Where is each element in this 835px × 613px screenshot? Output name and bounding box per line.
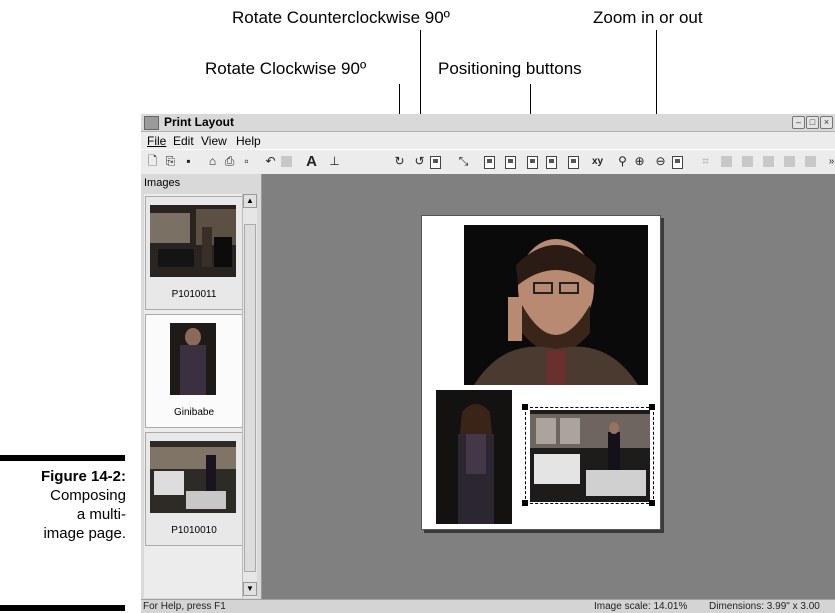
actual-size-icon[interactable] <box>672 156 683 169</box>
color-icon[interactable] <box>281 156 292 167</box>
images-panel: Images P1010011 Ginibabe P1010010 ▲ ▼ <box>141 174 262 600</box>
stamp-icon[interactable]: ⊥ <box>327 154 342 169</box>
menu-file[interactable]: File <box>147 134 166 148</box>
menu-bar: File Edit View Help <box>141 132 835 149</box>
zoom-icon[interactable]: ⚲ <box>615 154 630 169</box>
caption-figure-number: Figure 14-2: <box>40 468 126 485</box>
callout-rotate-counterclockwise: Rotate Counterclockwise 90º <box>232 8 450 27</box>
woman-image <box>436 390 512 524</box>
thumbnail-image <box>150 205 236 277</box>
thumbnail-scrollbar[interactable]: ▲ ▼ <box>242 194 257 598</box>
thumbnail-item[interactable]: P1010010 <box>145 432 243 546</box>
resize-handle-top-left[interactable] <box>522 404 528 410</box>
caption-rule-top <box>0 455 125 461</box>
images-panel-label: Images <box>144 177 181 189</box>
minimize-button[interactable]: – <box>792 116 805 129</box>
new-icon[interactable]: 🗋 <box>145 154 160 169</box>
disabled-tool-4 <box>784 156 795 167</box>
save-icon[interactable]: ▪ <box>181 154 196 169</box>
toolbar-overflow-icon[interactable]: » <box>824 154 835 169</box>
zoom-in-icon[interactable]: ⊕ <box>632 154 647 169</box>
resize-handle-bottom-left[interactable] <box>522 500 528 506</box>
caption-line-2: a multi- <box>76 506 126 523</box>
room-photo <box>150 205 236 277</box>
menu-edit[interactable]: Edit <box>173 134 194 148</box>
position-center-icon[interactable] <box>484 156 495 169</box>
resize-handle-bottom-right[interactable] <box>649 500 655 506</box>
main-portrait-photo[interactable] <box>464 225 648 385</box>
zoom-out-icon[interactable]: ⊖ <box>653 154 668 169</box>
position-bottom-left-icon[interactable] <box>527 156 538 169</box>
thumbnail-name: Ginibabe <box>173 407 215 418</box>
print-icon[interactable]: ⎙ <box>222 154 237 169</box>
thumbnail-image <box>150 441 236 513</box>
toolbar: 🗋 ⎘ ▪ ⌂ ⎙ ▫ ↶ A ⊥ ↻ ↺ ⤡ xy ⚲ ⊕ ⊖ ⌗ » <box>141 149 835 175</box>
selection-outline <box>525 407 654 504</box>
thumbnail-item[interactable]: P1010011 <box>145 196 243 310</box>
thumbnail-name: P1010010 <box>171 525 217 536</box>
print-page[interactable] <box>421 215 661 530</box>
preview-icon[interactable]: ▫ <box>239 154 254 169</box>
grid-icon[interactable]: ⌗ <box>698 154 713 169</box>
fit-icon[interactable] <box>430 156 441 169</box>
disabled-tool-3 <box>763 156 774 167</box>
window-title: Print Layout <box>164 115 235 129</box>
dining-photo <box>150 441 236 513</box>
status-scale: Image scale: 14.01% <box>594 601 688 612</box>
caption-rule-bottom <box>0 605 125 611</box>
callout-positioning: Positioning buttons <box>438 59 582 78</box>
open-icon[interactable]: ⌂ <box>205 154 220 169</box>
close-button[interactable]: × <box>820 116 833 129</box>
resize-handle-top-right[interactable] <box>649 404 655 410</box>
copy-icon[interactable]: ⎘ <box>163 154 178 169</box>
rotate-counterclockwise-icon[interactable]: ↺ <box>412 154 427 169</box>
title-bar: Print Layout – □ × <box>141 114 835 132</box>
auto-arrange-icon[interactable]: ⤡ <box>456 154 471 169</box>
maximize-button[interactable]: □ <box>806 116 819 129</box>
app-icon <box>144 116 159 130</box>
print-layout-window: Print Layout – □ × File Edit View Help 🗋… <box>141 114 835 613</box>
position-bottom-right-icon[interactable] <box>546 156 557 169</box>
scroll-down-icon[interactable]: ▼ <box>243 582 257 596</box>
portrait-photo <box>170 323 216 395</box>
figure-caption: Figure 14-2: Composing a multi- image pa… <box>0 467 126 543</box>
thumbnail-image <box>170 323 216 395</box>
position-top-left-icon[interactable] <box>505 156 516 169</box>
callout-zoom: Zoom in or out <box>593 8 703 27</box>
man-portrait-image <box>464 225 648 385</box>
scroll-up-icon[interactable]: ▲ <box>243 194 257 208</box>
xy-icon[interactable]: xy <box>590 154 605 169</box>
status-help: For Help, press F1 <box>143 601 226 612</box>
position-top-right-icon[interactable] <box>568 156 579 169</box>
woman-portrait-photo[interactable] <box>436 390 512 524</box>
disabled-tool-2 <box>742 156 753 167</box>
scrollbar-thumb[interactable] <box>244 224 256 572</box>
thumbnail-name: P1010011 <box>171 289 217 300</box>
caption-line-3: image page. <box>43 525 126 542</box>
status-bar: For Help, press F1 Image scale: 14.01% D… <box>141 599 835 613</box>
thumbnail-item[interactable]: Ginibabe <box>145 314 243 428</box>
menu-help[interactable]: Help <box>236 134 261 148</box>
rotate-clockwise-icon[interactable]: ↻ <box>392 154 407 169</box>
text-icon[interactable]: A <box>304 154 319 169</box>
undo-icon[interactable]: ↶ <box>263 154 278 169</box>
status-dimensions: Dimensions: 3.99" x 3.00 <box>709 601 820 612</box>
disabled-tool-1 <box>721 156 732 167</box>
leader-positioning <box>530 84 531 114</box>
caption-line-1: Composing <box>50 487 126 504</box>
layout-canvas[interactable] <box>262 174 835 600</box>
callout-rotate-clockwise: Rotate Clockwise 90º <box>205 59 367 78</box>
disabled-tool-5 <box>805 156 816 167</box>
thumbnail-list: P1010011 Ginibabe P1010010 <box>144 194 243 598</box>
menu-view[interactable]: View <box>201 134 227 148</box>
